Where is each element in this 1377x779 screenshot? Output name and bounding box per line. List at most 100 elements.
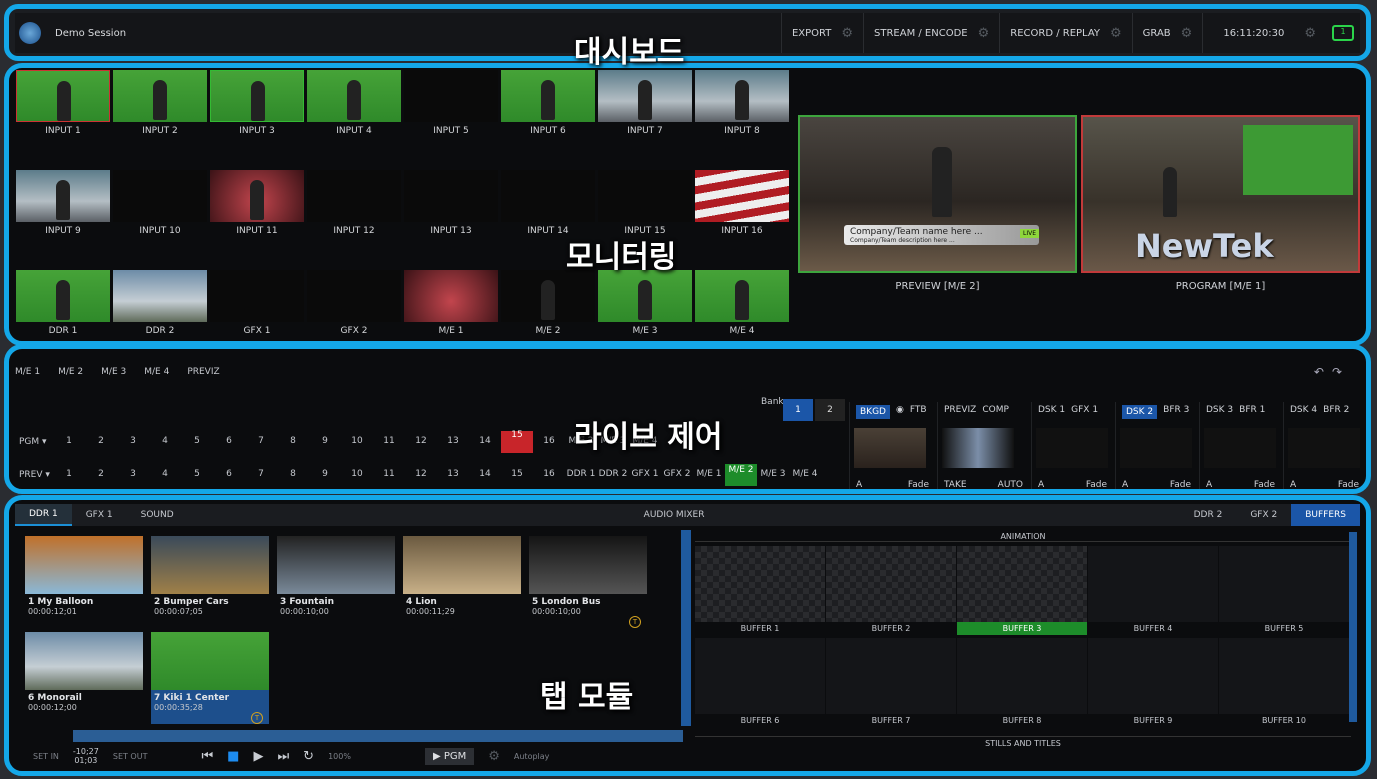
- dsk-3-button[interactable]: DSK 3: [1206, 405, 1233, 415]
- timeline-scrubber[interactable]: [73, 730, 683, 742]
- pgm-source-7[interactable]: 7: [245, 436, 277, 446]
- buffer-slot-8[interactable]: BUFFER 8: [957, 638, 1087, 725]
- speed-readout[interactable]: 100%: [328, 752, 351, 761]
- dsk-source-select[interactable]: GFX 1: [1071, 405, 1098, 415]
- prev-source-9[interactable]: 9: [309, 469, 341, 479]
- tab-sound[interactable]: SOUND: [127, 504, 188, 526]
- undo-icon[interactable]: ↶: [1314, 365, 1332, 379]
- clip-item-1[interactable]: 1 My Balloon 00:00:12;01: [25, 536, 143, 628]
- export-button[interactable]: EXPORT ⚙: [780, 13, 863, 53]
- clip-item-2[interactable]: 2 Bumper Cars 00:00:07;05: [151, 536, 269, 628]
- buffer-scrollbar[interactable]: [1349, 532, 1357, 722]
- pgm-button[interactable]: ▶ PGM: [424, 747, 475, 765]
- take-button[interactable]: TAKE: [944, 480, 967, 489]
- prev-source-10[interactable]: 10: [341, 469, 373, 479]
- prev-source-14[interactable]: 14: [469, 469, 501, 479]
- tab-audio-mixer[interactable]: AUDIO MIXER: [630, 504, 719, 526]
- auto-button[interactable]: AUTO: [998, 480, 1023, 489]
- redo-icon[interactable]: ↷: [1332, 365, 1350, 379]
- buffer-slot-9[interactable]: BUFFER 9: [1088, 638, 1218, 725]
- input-monitor-9[interactable]: INPUT 9: [15, 170, 111, 266]
- buffer-slot-6[interactable]: BUFFER 6: [695, 638, 825, 725]
- prev-extra-3[interactable]: GFX 1: [629, 469, 661, 479]
- bkgd-button[interactable]: BKGD: [856, 405, 890, 419]
- pgm-source-5[interactable]: 5: [181, 436, 213, 446]
- buffer-slot-1[interactable]: BUFFER 1: [695, 546, 825, 633]
- prev-source-2[interactable]: 2: [85, 469, 117, 479]
- pgm-source-3[interactable]: 3: [117, 436, 149, 446]
- prev-extra-6[interactable]: M/E 2: [725, 464, 757, 486]
- dsk-source-select[interactable]: BFR 1: [1239, 405, 1265, 415]
- comp-button[interactable]: COMP: [982, 405, 1009, 415]
- pgm-source-6[interactable]: 6: [213, 436, 245, 446]
- prev-source-15[interactable]: 15: [501, 469, 533, 479]
- autoplay-toggle[interactable]: Autoplay: [514, 752, 550, 761]
- input-monitor-12[interactable]: INPUT 12: [306, 170, 402, 266]
- prev-source-6[interactable]: 6: [213, 469, 245, 479]
- prev-source-16[interactable]: 16: [533, 469, 565, 479]
- input-monitor-6[interactable]: INPUT 6: [500, 70, 596, 166]
- pgm-source-1[interactable]: 1: [53, 436, 85, 446]
- skip-back-icon[interactable]: ⏮: [201, 749, 213, 764]
- fade-label[interactable]: Fade: [908, 480, 929, 489]
- prev-source-3[interactable]: 3: [117, 469, 149, 479]
- input-monitor-16[interactable]: INPUT 16: [694, 170, 790, 266]
- bottom-monitor-8[interactable]: M/E 4: [694, 270, 790, 341]
- bottom-monitor-7[interactable]: M/E 3: [597, 270, 693, 341]
- preview-monitor[interactable]: Company/Team name here ... Company/Team d…: [798, 115, 1077, 273]
- tab-ddr1[interactable]: DDR 1: [15, 504, 72, 526]
- prev-extra-5[interactable]: M/E 1: [693, 469, 725, 479]
- prev-source-13[interactable]: 13: [437, 469, 469, 479]
- pgm-selector[interactable]: PGM ▾: [19, 437, 53, 447]
- tab-gfx1[interactable]: GFX 1: [72, 504, 127, 526]
- gear-icon[interactable]: ⚙: [978, 26, 990, 41]
- dsk-2-button[interactable]: DSK 2: [1122, 405, 1158, 419]
- pgm-source-16[interactable]: 16: [533, 436, 565, 446]
- gear-icon[interactable]: ⚙: [488, 749, 500, 764]
- prev-extra-8[interactable]: M/E 4: [789, 469, 821, 479]
- prev-source-4[interactable]: 4: [149, 469, 181, 479]
- grab-button[interactable]: GRAB ⚙: [1131, 13, 1203, 53]
- fade-label[interactable]: Fade: [1254, 480, 1275, 489]
- input-monitor-2[interactable]: INPUT 2: [112, 70, 208, 166]
- tab-ddr2[interactable]: DDR 2: [1180, 504, 1237, 526]
- fade-label[interactable]: Fade: [1170, 480, 1191, 489]
- tab-gfx2[interactable]: GFX 2: [1236, 504, 1291, 526]
- buffer-slot-10[interactable]: BUFFER 10: [1219, 638, 1349, 725]
- pgm-source-11[interactable]: 11: [373, 436, 405, 446]
- prev-source-1[interactable]: 1: [53, 469, 85, 479]
- bottom-monitor-3[interactable]: GFX 1: [209, 270, 305, 341]
- bottom-monitor-4[interactable]: GFX 2: [306, 270, 402, 341]
- gear-icon[interactable]: ⚙: [1181, 26, 1193, 41]
- tab-previz[interactable]: PREVIZ: [187, 367, 219, 377]
- loop-icon[interactable]: ↻: [303, 749, 314, 764]
- clip-item-6[interactable]: 6 Monorail 00:00:12;00: [25, 632, 143, 724]
- fade-label[interactable]: Fade: [1086, 480, 1107, 489]
- previz-button[interactable]: PREVIZ: [944, 405, 976, 415]
- input-monitor-1[interactable]: INPUT 1: [15, 70, 111, 166]
- input-monitor-13[interactable]: INPUT 13: [403, 170, 499, 266]
- stop-icon[interactable]: ■: [227, 749, 239, 764]
- dsk-source-select[interactable]: BFR 2: [1323, 405, 1349, 415]
- prev-extra-7[interactable]: M/E 3: [757, 469, 789, 479]
- chat-icon[interactable]: 1: [1332, 25, 1354, 41]
- clip-item-4[interactable]: 4 Lion 00:00:11;29: [403, 536, 521, 628]
- pgm-source-12[interactable]: 12: [405, 436, 437, 446]
- program-monitor[interactable]: NewTek: [1081, 115, 1360, 273]
- tab-buffers[interactable]: BUFFERS: [1291, 504, 1360, 526]
- input-monitor-11[interactable]: INPUT 11: [209, 170, 305, 266]
- tab-me4[interactable]: M/E 4: [144, 367, 169, 377]
- prev-source-5[interactable]: 5: [181, 469, 213, 479]
- gear-icon[interactable]: ⚙: [1110, 26, 1122, 41]
- buffer-slot-2[interactable]: BUFFER 2: [826, 546, 956, 633]
- prev-source-11[interactable]: 11: [373, 469, 405, 479]
- buffer-slot-7[interactable]: BUFFER 7: [826, 638, 956, 725]
- clip-item-7[interactable]: 7 Kiki 1 Center 00:00:35;28 T: [151, 632, 269, 724]
- prev-source-12[interactable]: 12: [405, 469, 437, 479]
- bottom-monitor-6[interactable]: M/E 2: [500, 270, 596, 341]
- play-icon[interactable]: ▶: [253, 749, 263, 764]
- pgm-source-14[interactable]: 14: [469, 436, 501, 446]
- pgm-source-13[interactable]: 13: [437, 436, 469, 446]
- bottom-monitor-1[interactable]: DDR 1: [15, 270, 111, 341]
- clip-scrollbar[interactable]: [681, 530, 691, 726]
